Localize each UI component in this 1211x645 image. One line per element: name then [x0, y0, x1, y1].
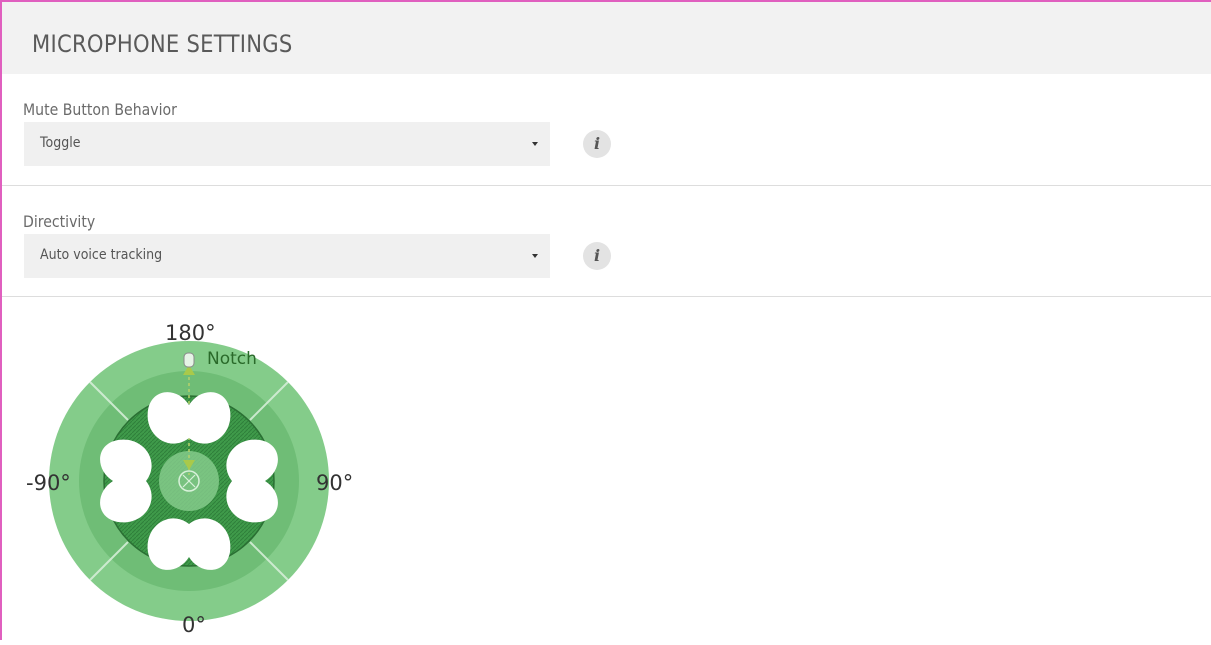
- mute-behavior-info-icon[interactable]: i: [583, 130, 611, 158]
- microphone-polar-display[interactable]: 180° Notch -90° 90° 0°: [20, 305, 380, 640]
- dropdown-caret-icon: [532, 142, 538, 146]
- angle-label-90: 90°: [316, 471, 354, 495]
- section-title: MICROPHONE SETTINGS: [32, 30, 293, 58]
- dropdown-caret-icon: [532, 254, 538, 258]
- directivity-label: Directivity: [23, 212, 96, 231]
- angle-label-180: 180°: [165, 321, 216, 345]
- angle-label-0: 0°: [182, 613, 206, 637]
- directivity-info-icon[interactable]: i: [583, 242, 611, 270]
- section-header: MICROPHONE SETTINGS: [2, 2, 1211, 74]
- divider: [2, 296, 1211, 297]
- notch-label: Notch: [207, 349, 257, 369]
- mute-behavior-label: Mute Button Behavior: [23, 100, 177, 119]
- mute-behavior-dropdown[interactable]: Toggle: [24, 122, 550, 166]
- directivity-value: Auto voice tracking: [40, 247, 163, 263]
- directivity-dropdown[interactable]: Auto voice tracking: [24, 234, 550, 278]
- angle-label-minus-90: -90°: [26, 471, 71, 495]
- divider: [2, 185, 1211, 186]
- notch-marker-icon[interactable]: [183, 352, 195, 368]
- mute-behavior-value: Toggle: [40, 135, 81, 151]
